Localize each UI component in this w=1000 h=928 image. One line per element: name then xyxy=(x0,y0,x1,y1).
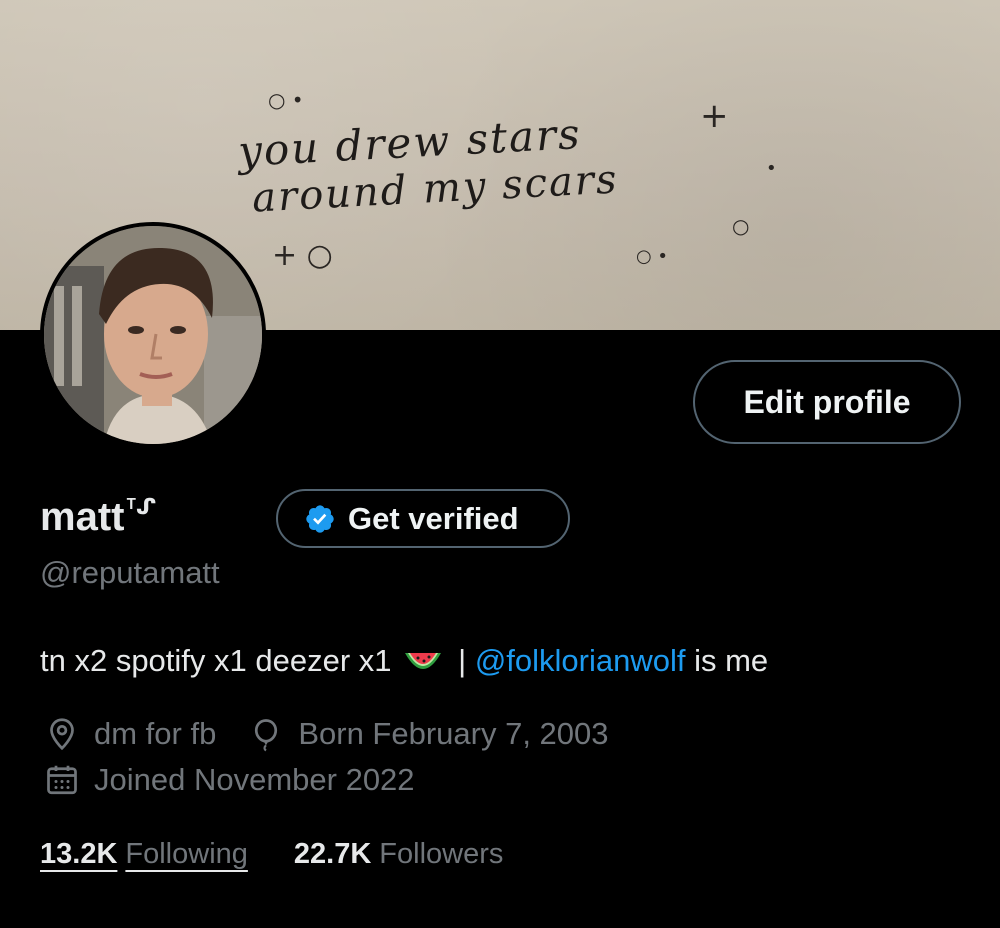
bio-suffix: is me xyxy=(685,643,769,678)
get-verified-label: Get verified xyxy=(348,500,519,536)
followers-link[interactable]: 22.7K Followers xyxy=(294,838,503,871)
get-verified-button[interactable]: Get verified xyxy=(276,489,570,548)
profile-meta-row: dm for fb Born February 7, 2003 xyxy=(44,716,641,752)
location-text: dm for fb xyxy=(94,716,217,751)
bio: tn x2 spotify x1 deezer x1 | @folklorian… xyxy=(40,643,768,679)
location-item: dm for fb xyxy=(44,716,216,752)
balloon-icon xyxy=(248,716,284,752)
display-name-suffix: ᵀᔑ xyxy=(126,494,157,519)
followers-label: Followers xyxy=(379,838,504,870)
sparkle-doodle-icon: + ○ xyxy=(272,238,333,273)
location-pin-icon xyxy=(44,716,80,752)
verified-badge-icon xyxy=(304,503,336,535)
avatar-image xyxy=(44,226,262,444)
birthday-item: Born February 7, 2003 xyxy=(248,716,609,752)
bio-text: tn x2 spotify x1 deezer x1 xyxy=(40,643,392,678)
profile-meta-row: Joined November 2022 xyxy=(44,762,447,798)
sparkle-doodle-icon: + xyxy=(700,96,729,136)
following-count: 13.2K xyxy=(40,838,118,870)
calendar-icon xyxy=(44,762,80,798)
watermelon-icon xyxy=(402,645,444,677)
followers-count: 22.7K xyxy=(293,838,372,870)
sparkle-doodle-icon: ○ xyxy=(732,214,750,238)
following-link[interactable]: 13.2K Following xyxy=(40,838,248,871)
profile-page: you drew stars around my scars ○ • + • ○… xyxy=(0,0,1000,928)
sparkle-doodle-icon: ○ • xyxy=(636,246,669,267)
sparkle-doodle-icon: • xyxy=(766,158,777,179)
edit-profile-button[interactable]: Edit profile xyxy=(693,360,961,444)
display-name-text: matt xyxy=(40,495,125,539)
avatar[interactable] xyxy=(40,222,266,448)
sparkle-doodle-icon: ○ • xyxy=(268,88,304,112)
user-handle: @reputamatt xyxy=(40,555,220,590)
birthday-text: Born February 7, 2003 xyxy=(298,716,609,751)
bio-separator: | xyxy=(449,643,475,678)
joined-item: Joined November 2022 xyxy=(44,762,415,798)
following-label: Following xyxy=(125,838,248,870)
follow-stats: 13.2K Following 22.7K Followers xyxy=(40,838,503,871)
bio-mention-link[interactable]: @folklorianwolf xyxy=(475,643,686,679)
display-name: mattᵀᔑ xyxy=(40,494,156,540)
joined-text: Joined November 2022 xyxy=(94,762,415,797)
